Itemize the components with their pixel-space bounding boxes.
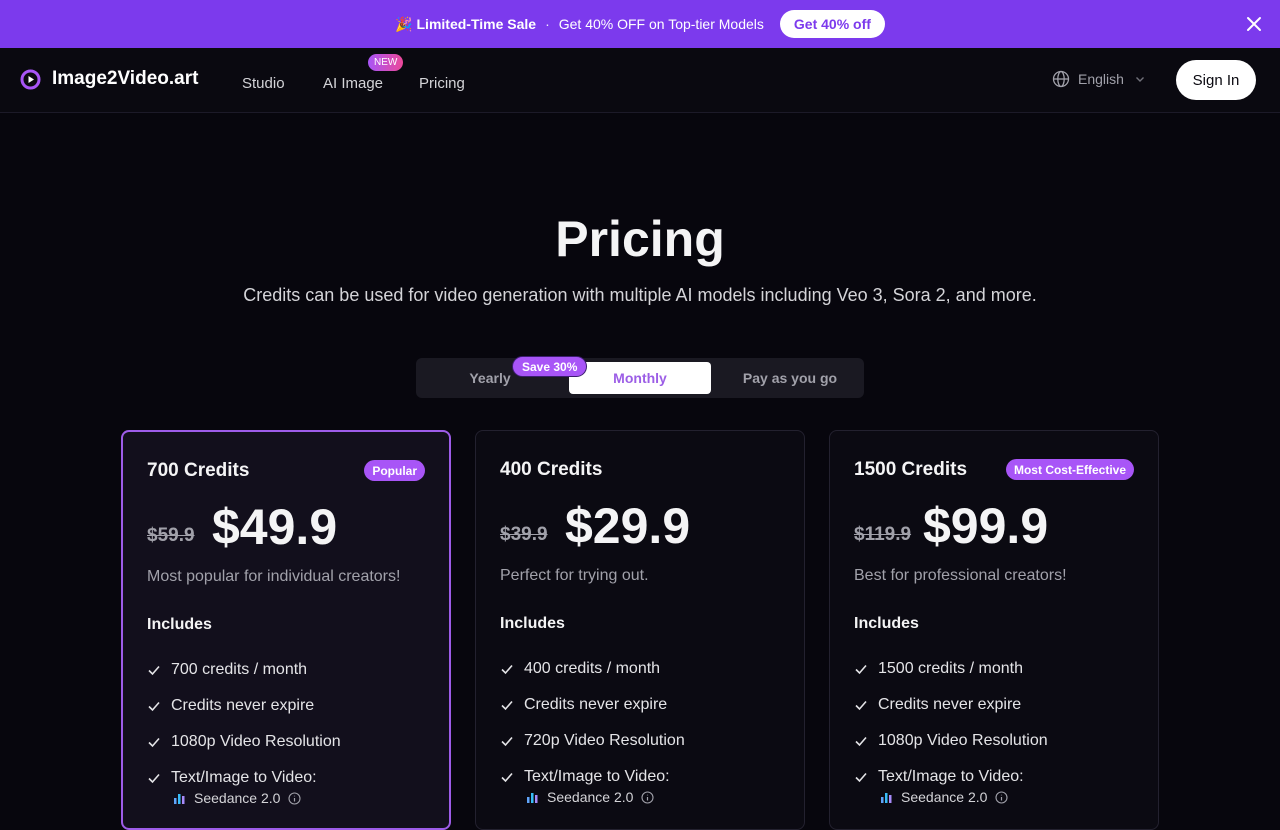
old-price: $39.9 [500, 524, 548, 545]
feature-text: Credits never expire [878, 696, 1022, 713]
feature-text: 1080p Video Resolution [171, 733, 341, 750]
plan-price: $29.9 [565, 498, 691, 554]
feature-item: 1500 credits / month [854, 651, 1048, 687]
check-icon [501, 664, 513, 675]
top-nav: Image2Video.art Studio AI Image NEW Pric… [0, 48, 1280, 113]
includes-label: Includes [500, 615, 565, 632]
model-name: Seedance 2.0 [547, 789, 634, 805]
plan-price: $99.9 [923, 498, 1049, 554]
check-icon [148, 773, 160, 784]
page-title: Pricing [555, 211, 725, 267]
feature-text: Credits never expire [524, 696, 668, 713]
feature-text: Text/Image to Video: [878, 768, 1024, 785]
feature-text: 400 credits / month [524, 660, 661, 677]
check-icon [148, 701, 160, 712]
plan-name: 1500 Credits [854, 459, 968, 480]
feature-list: 400 credits / month Credits never expire… [500, 651, 685, 795]
plan-card-1500: 1500 Credits Most Cost-Effective $119.9 … [829, 430, 1159, 830]
feature-item: Credits never expire [854, 687, 1048, 723]
feature-list: 700 credits / month Credits never expire… [147, 652, 341, 796]
check-icon [855, 700, 867, 711]
feature-item: Credits never expire [500, 687, 685, 723]
bar-chart-icon [881, 792, 892, 803]
feature-list: 1500 credits / month Credits never expir… [854, 651, 1048, 795]
brand-name: Image2Video.art [52, 68, 199, 89]
check-icon [855, 736, 867, 747]
check-icon [148, 665, 160, 676]
brand-logo[interactable]: Image2Video.art [20, 68, 198, 90]
plan-description: Perfect for trying out. [500, 567, 649, 584]
tab-monthly[interactable]: Monthly [569, 362, 711, 394]
promo-separator: · [545, 16, 550, 32]
promo-text: Get 40% OFF on Top-tier Models [558, 16, 764, 32]
logo-icon [20, 69, 41, 90]
plan-card-700: 700 Credits Popular $59.9 $49.9 Most pop… [121, 430, 451, 830]
feature-text: Credits never expire [171, 697, 315, 714]
party-emoji: 🎉 [395, 15, 413, 32]
new-badge: NEW [368, 54, 404, 71]
feature-text: Text/Image to Video: [171, 769, 317, 786]
feature-text: 1500 credits / month [878, 660, 1023, 677]
plan-name: 400 Credits [500, 459, 603, 480]
tab-pay-as-you-go[interactable]: Pay as you go [720, 362, 860, 394]
nav-link-pricing[interactable]: Pricing [419, 75, 465, 92]
includes-label: Includes [147, 616, 212, 633]
feature-text: 700 credits / month [171, 661, 308, 678]
model-item: Seedance 2.0 [173, 790, 301, 806]
sign-in-button[interactable]: Sign In [1176, 60, 1256, 100]
plan-description: Most popular for individual creators! [147, 568, 401, 585]
globe-icon [1052, 70, 1070, 88]
check-icon [855, 772, 867, 783]
bar-chart-icon [527, 792, 538, 803]
feature-item: 700 credits / month [147, 652, 341, 688]
save-badge: Save 30% [512, 356, 588, 377]
feature-item: Credits never expire [147, 688, 341, 724]
plan-card-400: 400 Credits $39.9 $29.9 Perfect for tryi… [475, 430, 805, 830]
nav-link-studio[interactable]: Studio [242, 75, 285, 92]
language-selector[interactable]: English [1052, 70, 1154, 88]
check-icon [501, 700, 513, 711]
page-subtitle: Credits can be used for video generation… [243, 285, 1037, 305]
check-icon [148, 737, 160, 748]
sale-label: Limited-Time Sale [416, 16, 537, 32]
info-icon[interactable] [995, 790, 1008, 804]
plan-name: 700 Credits [147, 460, 250, 481]
feature-text: 720p Video Resolution [524, 732, 685, 749]
info-icon[interactable] [288, 791, 301, 805]
close-icon[interactable] [1244, 14, 1264, 34]
bar-chart-icon [174, 793, 185, 804]
plan-price: $49.9 [212, 499, 338, 555]
feature-item: 1080p Video Resolution [854, 723, 1048, 759]
old-price: $119.9 [854, 524, 912, 545]
popular-badge: Popular [364, 460, 425, 481]
feature-text: 1080p Video Resolution [878, 732, 1048, 749]
model-name: Seedance 2.0 [194, 790, 281, 806]
check-icon [855, 664, 867, 675]
old-price: $59.9 [147, 525, 195, 546]
info-icon[interactable] [641, 790, 654, 804]
billing-toggle: Yearly Monthly Pay as you go [416, 358, 864, 398]
language-label: English [1078, 71, 1124, 87]
nav-link-ai-image[interactable]: AI Image [323, 75, 383, 92]
feature-text: Text/Image to Video: [524, 768, 670, 785]
plan-description: Best for professional creators! [854, 567, 1067, 584]
promo-banner: 🎉 Limited-Time Sale · Get 40% OFF on Top… [0, 0, 1280, 48]
check-icon [501, 736, 513, 747]
feature-item: 720p Video Resolution [500, 723, 685, 759]
model-item: Seedance 2.0 [880, 789, 1008, 805]
check-icon [501, 772, 513, 783]
chevron-down-icon [1135, 77, 1144, 82]
promo-cta-button[interactable]: Get 40% off [779, 10, 885, 38]
model-name: Seedance 2.0 [901, 789, 988, 805]
includes-label: Includes [854, 615, 919, 632]
feature-item: 1080p Video Resolution [147, 724, 341, 760]
feature-item: 400 credits / month [500, 651, 685, 687]
model-item: Seedance 2.0 [526, 789, 654, 805]
most-cost-effective-badge: Most Cost-Effective [1005, 459, 1134, 480]
